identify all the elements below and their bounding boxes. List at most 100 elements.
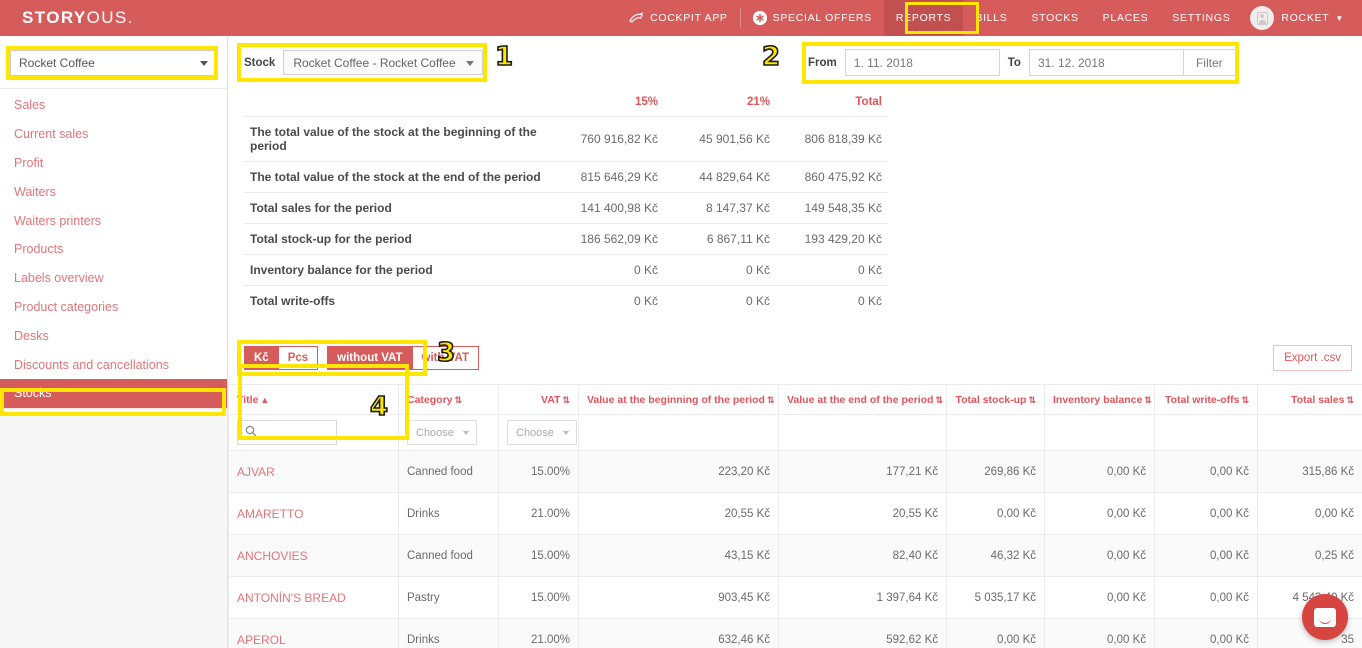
vat-filter-select[interactable]: Choose <box>507 420 577 445</box>
sidebar-label-sales: Sales <box>14 98 46 113</box>
date-from-input[interactable]: 1. 11. 2018 <box>844 49 1000 76</box>
search-input[interactable] <box>237 420 337 445</box>
cell-title[interactable]: AJVAR <box>228 450 399 493</box>
column-header-total-sales[interactable]: Total sales ⇅ <box>1257 384 1362 415</box>
sidebar-item-discounts-and-cancellations[interactable]: Discounts and cancellations <box>0 350 227 379</box>
nav-item-special-offers[interactable]: SPECIAL OFFERS <box>741 0 884 36</box>
filter-cell-vat: Choose <box>498 414 579 451</box>
cell-value-end: 20,55 Kč <box>778 492 947 535</box>
summary-cell-total: 0 Kč <box>776 285 888 316</box>
column-header-value-beginning[interactable]: Value at the beginning of the period ⇅ <box>578 384 779 415</box>
sidebar-item-profit[interactable]: Profit <box>0 149 227 178</box>
sidebar-item-waiters[interactable]: Waiters <box>0 177 227 206</box>
filter-cell-empty <box>946 414 1045 451</box>
summary-row-label: Total sales for the period <box>244 192 552 224</box>
summary-header-row: 15% 21% Total <box>244 90 888 117</box>
cell-value-end: 592,62 Kč <box>778 618 947 648</box>
summary-row-label: Inventory balance for the period <box>244 254 552 286</box>
sidebar-item-waiters-printers[interactable]: Waiters printers <box>0 206 227 235</box>
summary-row-label: Total stock-up for the period <box>244 223 552 255</box>
sidebar-item-stocks[interactable]: Stocks <box>0 378 227 408</box>
nav-item-settings[interactable]: SETTINGS <box>1160 0 1242 36</box>
nav-item-bills[interactable]: BILLS <box>963 0 1019 36</box>
stock-filter-label: Stock <box>244 56 276 69</box>
store-select[interactable]: Rocket Coffee <box>10 50 217 76</box>
cell-total-stock-up: 0,00 Kč <box>946 492 1045 535</box>
nav-item-stocks[interactable]: STOCKS <box>1019 0 1090 36</box>
top-nav-items: COCKPIT APP SPECIAL OFFERS REPORTS BILLS… <box>617 0 1362 36</box>
column-header-total-stock-up[interactable]: Total stock-up ⇅ <box>946 384 1045 415</box>
stock-select[interactable]: Rocket Coffee - Rocket Coffee <box>283 50 483 75</box>
date-from-value: 1. 11. 2018 <box>853 55 913 70</box>
sidebar-item-products[interactable]: Products <box>0 235 227 264</box>
cell-inventory-balance: 0,00 Kč <box>1044 534 1155 577</box>
sidebar-item-sales[interactable]: Sales <box>0 91 227 120</box>
filters-row: Stock Rocket Coffee - Rocket Coffee 1 2 … <box>228 36 1362 90</box>
column-header-category[interactable]: Category ⇅ <box>398 384 499 415</box>
table-row[interactable]: ANCHOVIES Canned food 15.00% 43,15 Kč 82… <box>228 534 1362 577</box>
export-csv-button[interactable]: Export .csv <box>1273 345 1352 371</box>
sidebar-item-product-categories[interactable]: Product categories <box>0 293 227 322</box>
user-menu[interactable]: ROCKET ▼ <box>1242 0 1356 36</box>
column-header-vat[interactable]: VAT ⇅ <box>498 384 579 415</box>
vat-toggle-group: without VAT with VAT <box>327 346 480 370</box>
cell-title[interactable]: ANCHOVIES <box>228 534 399 577</box>
summary-row-label: The total value of the stock at the begi… <box>244 116 552 162</box>
summary-cell-15: 186 562,09 Kč <box>552 223 664 255</box>
filter-button[interactable]: Filter <box>1183 49 1236 76</box>
column-header-value-end[interactable]: Value at the end of the period ⇅ <box>778 384 947 415</box>
summary-cell-21: 8 147,37 Kč <box>664 192 776 224</box>
summary-row: The total value of the stock at the begi… <box>244 116 888 162</box>
sort-icon: ⇅ <box>454 394 463 405</box>
toggle-pcs[interactable]: Pcs <box>278 346 319 370</box>
sort-icon: ⇅ <box>1144 394 1152 405</box>
stock-filter-group: Stock Rocket Coffee - Rocket Coffee <box>244 50 483 75</box>
sidebar-item-desks[interactable]: Desks <box>0 321 227 350</box>
nav-item-places[interactable]: PLACES <box>1091 0 1161 36</box>
store-select-value: Rocket Coffee <box>19 56 95 70</box>
column-header-total-write-offs[interactable]: Total write-offs ⇅ <box>1154 384 1258 415</box>
filter-cell-empty <box>778 414 947 451</box>
table-row[interactable]: AJVAR Canned food 15.00% 223,20 Kč 177,2… <box>228 450 1362 493</box>
summary-cell-21: 6 867,11 Kč <box>664 223 776 255</box>
cell-title[interactable]: ANTONÍN'S BREAD <box>228 576 399 619</box>
table-row[interactable]: APEROL Drinks 21.00% 632,46 Kč 592,62 Kč… <box>228 618 1362 648</box>
sidebar-label-waiters: Waiters <box>14 184 56 199</box>
summary-header-blank <box>244 90 552 117</box>
chevron-down-icon <box>465 61 474 66</box>
sidebar-item-current-sales[interactable]: Current sales <box>0 120 227 149</box>
nav-item-cockpit-app[interactable]: COCKPIT APP <box>617 0 740 36</box>
summary-cell-21: 45 901,56 Kč <box>664 116 776 162</box>
sidebar-item-labels-overview[interactable]: Labels overview <box>0 264 227 293</box>
date-to-input[interactable]: 31. 12. 2018 <box>1028 49 1184 76</box>
annotation-marker-4: 4 <box>369 391 389 423</box>
chevron-down-icon <box>200 61 208 66</box>
column-label-vat: VAT <box>541 393 561 406</box>
app-logo[interactable]: STORYOUS. <box>22 8 134 28</box>
cell-title[interactable]: APEROL <box>228 618 399 648</box>
table-row[interactable]: AMARETTO Drinks 21.00% 20,55 Kč 20,55 Kč… <box>228 492 1362 535</box>
category-filter-select[interactable]: Choose <box>407 420 477 445</box>
unit-toggle-group: Kč Pcs <box>244 346 319 370</box>
main-content: Stock Rocket Coffee - Rocket Coffee 1 2 … <box>228 36 1362 648</box>
nav-item-reports[interactable]: REPORTS <box>883 0 964 36</box>
sidebar-label-labels-overview: Labels overview <box>14 271 104 286</box>
summary-table-wrapper: 15% 21% Total The total value of the sto… <box>244 90 888 316</box>
intercom-chat-button[interactable] <box>1302 594 1348 640</box>
sort-icon: ⇅ <box>935 394 943 405</box>
column-header-inventory-balance[interactable]: Inventory balance ⇅ <box>1044 384 1155 415</box>
cell-inventory-balance: 0,00 Kč <box>1044 450 1155 493</box>
toggle-currency[interactable]: Kč <box>244 346 279 370</box>
cell-value-end: 177,21 Kč <box>778 450 947 493</box>
cell-value-beginning: 903,45 Kč <box>578 576 779 619</box>
cell-value-beginning: 223,20 Kč <box>578 450 779 493</box>
summary-cell-15: 0 Kč <box>552 285 664 316</box>
toggle-without-vat[interactable]: without VAT <box>327 346 413 370</box>
cell-title[interactable]: AMARETTO <box>228 492 399 535</box>
filter-cell-empty <box>1154 414 1258 451</box>
table-header-row: Title ▲ Category ⇅ VAT ⇅ Value at the begin… <box>228 384 1362 415</box>
logo-bold: STORY <box>22 8 87 27</box>
cell-vat: 21.00% <box>498 618 579 648</box>
cell-value-beginning: 43,15 Kč <box>578 534 779 577</box>
table-row[interactable]: ANTONÍN'S BREAD Pastry 15.00% 903,45 Kč … <box>228 576 1362 619</box>
